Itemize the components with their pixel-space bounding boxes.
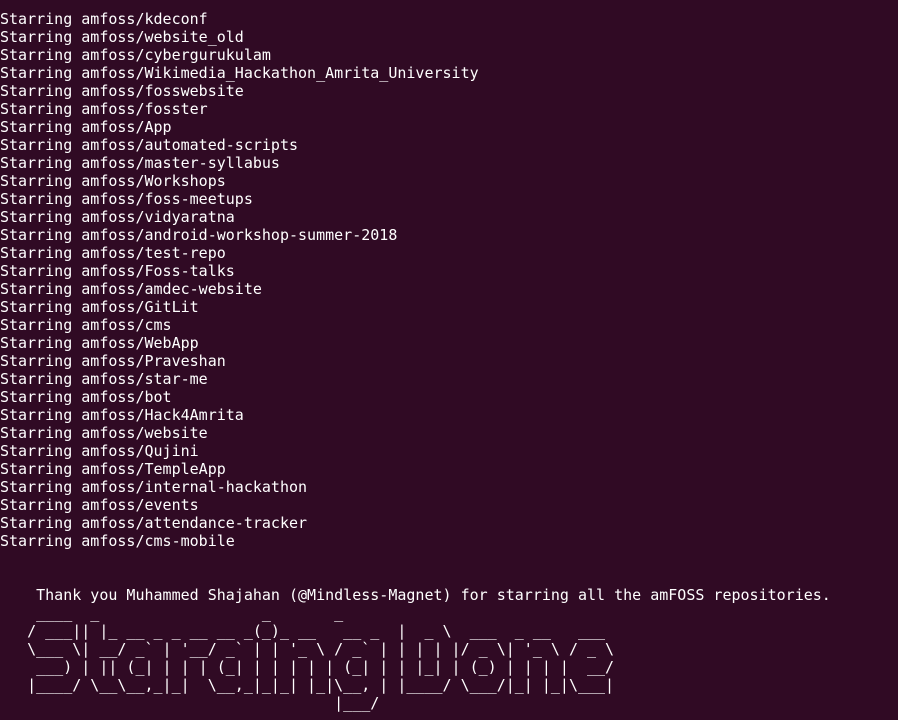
output-lines: Starring amfoss/kdeconf Starring amfoss/w… (0, 10, 898, 550)
output-line: Starring amfoss/test-repo (0, 244, 226, 262)
terminal-window[interactable]: Starring amfoss/kdeconf Starring amfoss/w… (0, 0, 898, 720)
output-line: Starring amfoss/bot (0, 388, 172, 406)
output-line: Starring amfoss/kdeconf (0, 10, 208, 28)
thanks-message: Thank you Muhammed Shajahan (@Mindless-M… (0, 586, 831, 604)
output-line: Starring amfoss/Wikimedia_Hackathon_Amri… (0, 64, 479, 82)
output-line: Starring amfoss/Workshops (0, 172, 226, 190)
output-line: Starring amfoss/cms (0, 316, 172, 334)
output-line: Starring amfoss/WebApp (0, 334, 199, 352)
output-line: Starring amfoss/Foss-talks (0, 262, 235, 280)
blank-spacer (0, 550, 898, 586)
output-line: Starring amfoss/TempleApp (0, 460, 226, 478)
output-line: Starring amfoss/automated-scripts (0, 136, 299, 154)
output-line: Starring amfoss/cms-mobile (0, 532, 235, 550)
output-line: Starring amfoss/attendance-tracker (0, 514, 308, 532)
output-line: Starring amfoss/fosster (0, 100, 208, 118)
output-line: Starring amfoss/Qujini (0, 442, 199, 460)
output-line: Starring amfoss/vidyaratna (0, 208, 235, 226)
output-line: Starring amfoss/cybergurukulam (0, 46, 271, 64)
output-line: Starring amfoss/foss-meetups (0, 190, 253, 208)
output-line: Starring amfoss/website (0, 424, 208, 442)
output-line: Starring amfoss/events (0, 496, 199, 514)
output-line: Starring amfoss/android-workshop-summer-… (0, 226, 398, 244)
output-line: Starring amfoss/star-me (0, 370, 208, 388)
ascii-banner: ____ _ _ _ / ___|| |_ __ _ _ __ __ _(_)_… (27, 604, 615, 712)
output-line: Starring amfoss/GitLit (0, 298, 199, 316)
output-line: Starring amfoss/website_old (0, 28, 244, 46)
output-line: Starring amfoss/fosswebsite (0, 82, 244, 100)
output-line: Starring amfoss/amdec-website (0, 280, 262, 298)
output-line: Starring amfoss/App (0, 118, 172, 136)
output-line: Starring amfoss/Hack4Amrita (0, 406, 244, 424)
output-line: Starring amfoss/Praveshan (0, 352, 226, 370)
output-line: Starring amfoss/master-syllabus (0, 154, 280, 172)
output-line: Starring amfoss/internal-hackathon (0, 478, 308, 496)
